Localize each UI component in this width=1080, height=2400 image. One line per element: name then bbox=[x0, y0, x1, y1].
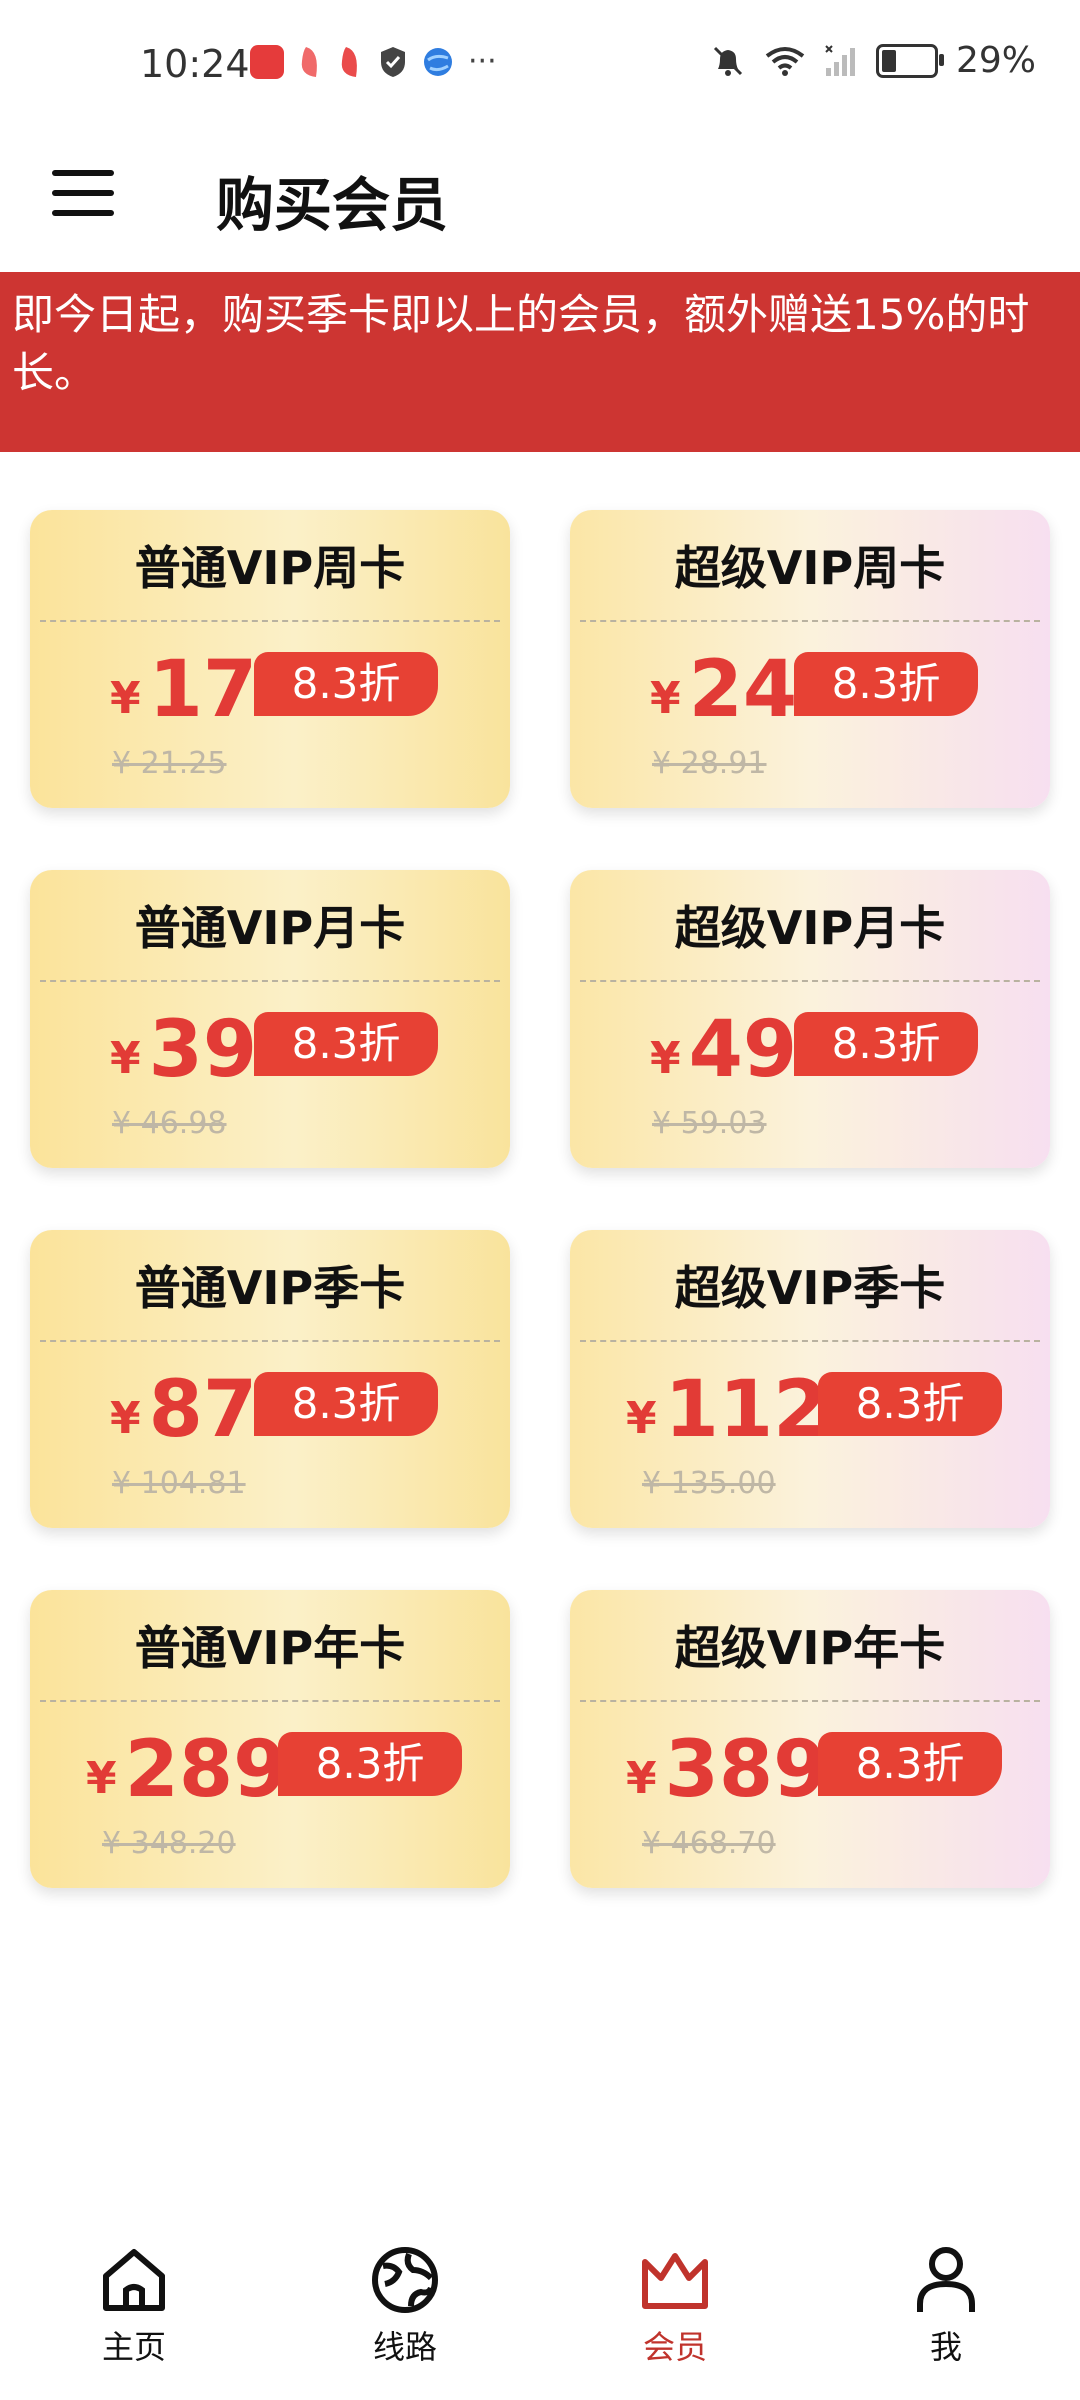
price-value: 87 bbox=[148, 1365, 258, 1455]
price-value: 17 bbox=[148, 645, 258, 735]
currency-symbol: ¥ bbox=[86, 1753, 117, 1804]
bottom-nav: 主页 线路 会员 我 bbox=[0, 2230, 1080, 2400]
currency-symbol: ¥ bbox=[626, 1753, 657, 1804]
original-price: ¥ 348.20 bbox=[102, 1826, 236, 1861]
browser-icon bbox=[424, 47, 452, 76]
price-value: 24 bbox=[688, 645, 798, 735]
currency-symbol: ¥ bbox=[110, 673, 141, 724]
app-header: 购买会员 bbox=[0, 130, 1080, 272]
battery-percent: 29% bbox=[955, 40, 1036, 81]
red-app-icon bbox=[301, 46, 317, 77]
price-group: ¥49 bbox=[650, 1010, 797, 1090]
price-value: 289 bbox=[124, 1725, 288, 1815]
card-divider bbox=[40, 1340, 500, 1342]
card-title: 普通VIP季卡 bbox=[134, 1261, 406, 1315]
hamburger-menu-icon[interactable] bbox=[52, 170, 114, 218]
card-title: 普通VIP月卡 bbox=[134, 901, 406, 955]
discount-badge: 8.3折 bbox=[794, 1012, 978, 1076]
promo-banner: 即今日起，购买季卡即以上的会员，额外赠送15%的时长。 bbox=[0, 272, 1080, 452]
card-divider bbox=[40, 620, 500, 622]
huawei-app-icon bbox=[250, 44, 284, 79]
price-value: 389 bbox=[664, 1725, 828, 1815]
nav-item-home[interactable]: 主页 bbox=[64, 2240, 204, 2368]
red-app-icon bbox=[341, 46, 357, 77]
price-group: ¥289 bbox=[86, 1730, 287, 1810]
card-title: 普通VIP年卡 bbox=[134, 1621, 406, 1675]
more-icon: ··· bbox=[468, 44, 497, 79]
nav-item-person[interactable]: 我 bbox=[876, 2240, 1016, 2368]
card-divider bbox=[580, 1340, 1040, 1342]
membership-card[interactable]: 超级VIP年卡 ¥389 8.3折 ¥ 468.70 bbox=[570, 1590, 1050, 1888]
membership-card[interactable]: 超级VIP月卡 ¥49 8.3折 ¥ 59.03 bbox=[570, 870, 1050, 1168]
card-title: 普通VIP周卡 bbox=[134, 541, 406, 595]
original-price: ¥ 468.70 bbox=[642, 1826, 776, 1861]
discount-badge: 8.3折 bbox=[254, 1372, 438, 1436]
price-group: ¥24 bbox=[650, 650, 797, 730]
card-divider bbox=[40, 1700, 500, 1702]
card-divider bbox=[580, 620, 1040, 622]
original-price: ¥ 28.91 bbox=[652, 746, 767, 781]
price-group: ¥17 bbox=[110, 650, 257, 730]
original-price: ¥ 46.98 bbox=[112, 1106, 227, 1141]
globe-icon bbox=[335, 2240, 475, 2320]
price-value: 112 bbox=[664, 1365, 828, 1455]
card-title: 超级VIP月卡 bbox=[674, 901, 946, 955]
discount-badge: 8.3折 bbox=[254, 1012, 438, 1076]
currency-symbol: ¥ bbox=[110, 1393, 141, 1444]
home-icon bbox=[64, 2240, 204, 2320]
page-title: 购买会员 bbox=[216, 171, 449, 239]
currency-symbol: ¥ bbox=[650, 1033, 681, 1084]
original-price: ¥ 104.81 bbox=[112, 1466, 246, 1501]
currency-symbol: ¥ bbox=[626, 1393, 657, 1444]
currency-symbol: ¥ bbox=[650, 673, 681, 724]
battery-fill bbox=[881, 49, 896, 72]
membership-card[interactable]: 普通VIP季卡 ¥87 8.3折 ¥ 104.81 bbox=[30, 1230, 510, 1528]
price-group: ¥39 bbox=[110, 1010, 257, 1090]
original-price: ¥ 59.03 bbox=[652, 1106, 767, 1141]
nav-label: 会员 bbox=[642, 2328, 707, 2366]
price-group: ¥112 bbox=[626, 1370, 827, 1450]
original-price: ¥ 21.25 bbox=[112, 746, 227, 781]
status-time: 10:24 bbox=[140, 42, 250, 86]
card-title: 超级VIP季卡 bbox=[674, 1261, 946, 1315]
card-divider bbox=[580, 1700, 1040, 1702]
notification-icons: ··· bbox=[250, 44, 497, 79]
discount-badge: 8.3折 bbox=[278, 1732, 462, 1796]
card-title: 超级VIP周卡 bbox=[674, 541, 946, 595]
price-group: ¥389 bbox=[626, 1730, 827, 1810]
discount-badge: 8.3折 bbox=[794, 652, 978, 716]
person-icon bbox=[876, 2240, 1016, 2320]
currency-symbol: ¥ bbox=[110, 1033, 141, 1084]
status-bar: 10:24 ··· 29% bbox=[0, 0, 1080, 130]
membership-card[interactable]: 超级VIP季卡 ¥112 8.3折 ¥ 135.00 bbox=[570, 1230, 1050, 1528]
battery-icon bbox=[875, 43, 944, 78]
nav-label: 主页 bbox=[101, 2328, 166, 2366]
membership-card[interactable]: 超级VIP周卡 ¥24 8.3折 ¥ 28.91 bbox=[570, 510, 1050, 808]
nav-label: 线路 bbox=[372, 2328, 437, 2366]
crown-icon bbox=[605, 2240, 745, 2320]
signal-icon bbox=[825, 44, 855, 76]
promo-banner-text: 即今日起，购买季卡即以上的会员，额外赠送15%的时长。 bbox=[12, 290, 1030, 397]
card-divider bbox=[40, 980, 500, 982]
discount-badge: 8.3折 bbox=[254, 652, 438, 716]
shield-icon bbox=[381, 46, 405, 77]
price-value: 49 bbox=[688, 1005, 798, 1095]
wifi-icon bbox=[765, 46, 805, 76]
price-group: ¥87 bbox=[110, 1370, 257, 1450]
nav-item-globe[interactable]: 线路 bbox=[335, 2240, 475, 2368]
price-value: 39 bbox=[148, 1005, 258, 1095]
discount-badge: 8.3折 bbox=[818, 1732, 1002, 1796]
nav-item-crown[interactable]: 会员 bbox=[605, 2240, 745, 2368]
discount-badge: 8.3折 bbox=[818, 1372, 1002, 1436]
card-divider bbox=[580, 980, 1040, 982]
membership-card[interactable]: 普通VIP年卡 ¥289 8.3折 ¥ 348.20 bbox=[30, 1590, 510, 1888]
original-price: ¥ 135.00 bbox=[642, 1466, 776, 1501]
membership-card[interactable]: 普通VIP月卡 ¥39 8.3折 ¥ 46.98 bbox=[30, 870, 510, 1168]
nav-label: 我 bbox=[929, 2328, 962, 2366]
membership-card[interactable]: 普通VIP周卡 ¥17 8.3折 ¥ 21.25 bbox=[30, 510, 510, 808]
card-title: 超级VIP年卡 bbox=[674, 1621, 946, 1675]
system-status: 29% bbox=[710, 40, 1036, 81]
silent-bell-icon bbox=[713, 46, 743, 76]
